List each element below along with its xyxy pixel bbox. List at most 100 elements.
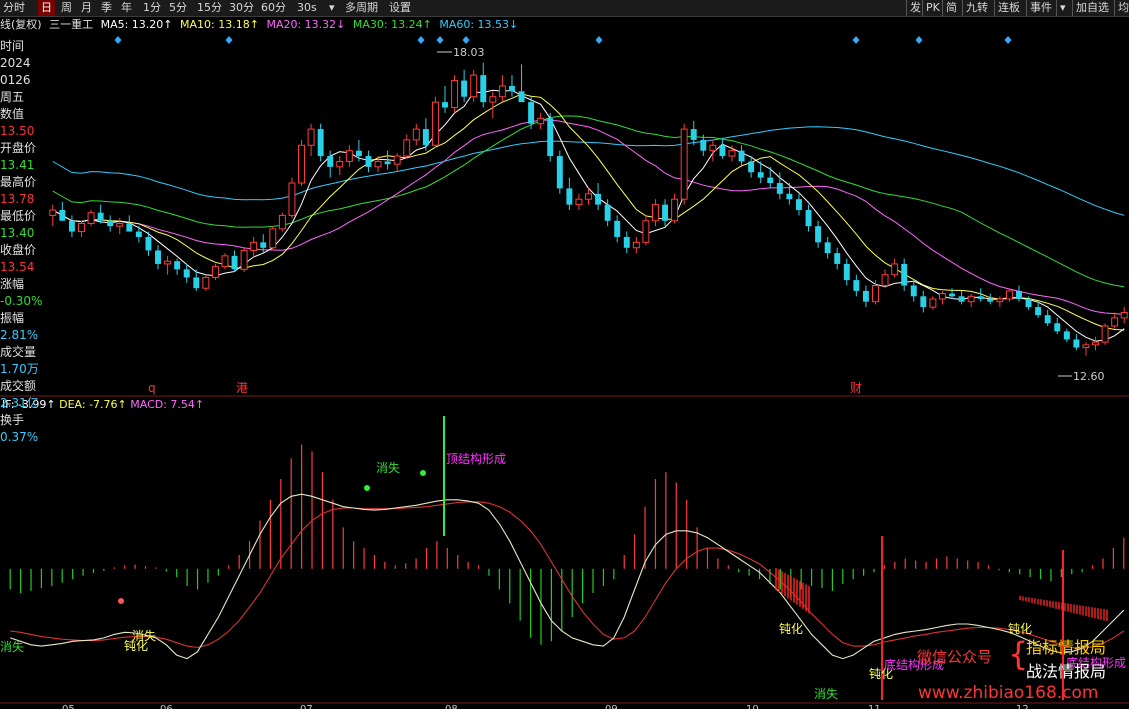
period-tab[interactable]: 分时 (0, 0, 28, 16)
candle (278, 212, 286, 232)
period-tab[interactable]: 日 (38, 0, 55, 16)
period-tab[interactable]: 1分 (140, 0, 164, 16)
toolbar-action[interactable]: 连板 (994, 0, 1023, 16)
stock-name[interactable]: 三一重工 (49, 18, 93, 31)
candle (498, 75, 506, 103)
toolbar-action[interactable]: 均 (1114, 0, 1129, 16)
candle (164, 255, 172, 275)
toolbar-action[interactable]: 简 (942, 0, 960, 16)
kline-chart[interactable]: 18.03 12.60 q 港 财 消失 顶结构形成 消失 钝化 消失 钝化 钝… (0, 0, 1129, 709)
candle (891, 258, 899, 278)
ma10-value: MA10: 13.18↑ (180, 18, 259, 31)
candle (834, 247, 841, 270)
disappear-dot (364, 485, 370, 491)
info-field: 最高价 (0, 175, 37, 189)
candle (1063, 328, 1070, 343)
watermark-line1: 指标情报局 (1026, 638, 1107, 657)
event-label-fin[interactable]: 财 (850, 381, 862, 395)
period-tab[interactable]: 多周期 (342, 0, 381, 16)
candle (719, 139, 726, 159)
candle (68, 215, 75, 237)
candle (317, 123, 324, 162)
candle (509, 75, 515, 97)
period-tab[interactable]: 60分 (258, 0, 289, 16)
candle (901, 258, 908, 291)
candle (853, 274, 860, 297)
candle (967, 293, 975, 308)
period-tab[interactable]: 30分 (226, 0, 257, 16)
candle (929, 296, 937, 310)
candle (126, 215, 133, 232)
period-tab[interactable]: 季 (98, 0, 115, 16)
candle (566, 177, 573, 210)
info-field: 开盘价 (0, 141, 37, 155)
candle (1005, 288, 1013, 302)
candle (843, 258, 850, 286)
period-tab[interactable]: 月 (78, 0, 95, 16)
candle (748, 156, 755, 178)
candle (97, 204, 104, 224)
candle (489, 91, 497, 119)
signal-diamond (114, 36, 122, 44)
candle (805, 204, 812, 232)
candle (815, 220, 822, 248)
candle (288, 177, 296, 219)
candle (403, 134, 411, 159)
candle (938, 290, 946, 305)
toolbar-action[interactable]: PK (922, 0, 943, 16)
info-field: 13.41 (0, 158, 35, 172)
candle (470, 69, 478, 103)
candle (461, 69, 468, 103)
candle (547, 112, 554, 162)
info-field: 换手 (0, 413, 25, 427)
period-tab[interactable]: 年 (118, 0, 135, 16)
low-price-label: 12.60 (1073, 370, 1105, 383)
candle (1101, 323, 1109, 345)
period-tab[interactable]: 15分 (194, 0, 225, 16)
candle (872, 280, 879, 305)
info-field: 13.40 (0, 226, 35, 240)
annotation-top-structure: 顶结构形成 (446, 451, 506, 466)
toolbar-action[interactable]: 九转 (962, 0, 991, 16)
toolbar-action[interactable]: 加自选 (1072, 0, 1112, 16)
event-labels: q 港 财 (148, 381, 862, 395)
watermark-url: www.zhibiao168.com (918, 683, 1099, 703)
period-tab[interactable]: 周 (58, 0, 75, 16)
candle (412, 123, 420, 146)
period-tab[interactable]: ▾ (326, 0, 338, 16)
event-label-q[interactable]: q (148, 381, 156, 395)
candle (211, 263, 219, 281)
info-field: 0126 (0, 73, 31, 87)
info-field: 数值 (0, 107, 25, 121)
toolbar-action[interactable]: 事件 (1026, 0, 1055, 16)
period-tab[interactable]: 30s (294, 0, 320, 16)
info-field: 2024 (0, 56, 31, 70)
candle (480, 62, 487, 108)
candle (345, 145, 353, 167)
candle (680, 123, 688, 205)
chart-title: 线(复权) (0, 18, 42, 31)
info-field: 涨幅 (0, 277, 25, 291)
candle (632, 236, 640, 254)
info-field: 成交量 (0, 345, 37, 359)
signal-diamond (462, 36, 470, 44)
info-field: 收盘价 (0, 243, 37, 257)
info-field: -0.30% (0, 294, 43, 308)
period-tab[interactable]: 设置 (386, 0, 414, 16)
x-tick: 05 (62, 704, 75, 709)
period-tab[interactable]: 5分 (166, 0, 190, 16)
candle (910, 280, 917, 302)
toolbar-action[interactable]: ▾ (1056, 0, 1069, 16)
candle (174, 258, 181, 275)
candle (422, 118, 429, 151)
info-field: 13.50 (0, 124, 35, 138)
candle (767, 166, 774, 189)
candlestick-series (49, 62, 1128, 356)
candle (431, 96, 439, 148)
x-tick: 11 (868, 704, 881, 709)
candle (662, 199, 668, 227)
info-field: 0.37% (0, 430, 39, 444)
period-toolbar: 分时日周月季年 1分 5分 15分 30分 60分 30s ▾ 多周期 设置发 PK 简九转 连板 事件 ▾… (0, 0, 1129, 17)
candle (556, 150, 563, 194)
event-label-hk[interactable]: 港 (236, 381, 248, 395)
